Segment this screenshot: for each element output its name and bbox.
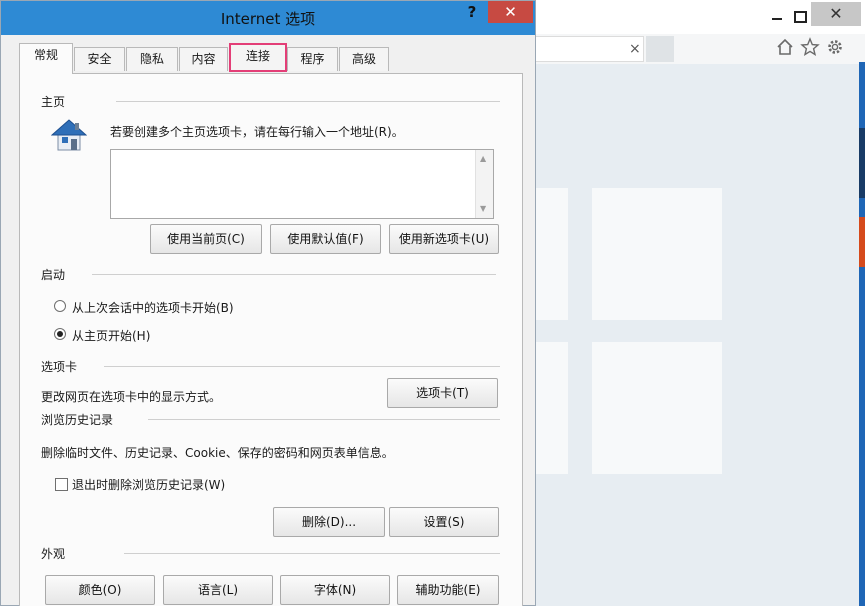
dialog-titlebar[interactable]: Internet 选项 ? ✕ (1, 1, 535, 35)
startup-home-page-label[interactable]: 从主页开始(H) (72, 327, 150, 344)
group-separator (92, 274, 496, 275)
tab-security[interactable]: 安全 (74, 47, 125, 71)
delete-on-exit-checkbox[interactable] (55, 478, 68, 491)
delete-history-button[interactable]: 删除(D)... (273, 507, 385, 537)
browser-close-button[interactable]: ✕ (811, 2, 861, 26)
browser-tab[interactable]: × (532, 36, 644, 62)
tabs-group-title: 选项卡 (41, 358, 82, 375)
delete-on-exit-label[interactable]: 退出时删除浏览历史记录(W) (72, 476, 225, 493)
dialog-close-button[interactable]: ✕ (488, 1, 533, 23)
tab-strip: 常规 安全 隐私 内容 连接 程序 高级 (1, 35, 535, 75)
history-group-title: 浏览历史记录 (41, 411, 118, 428)
startup-last-session-label[interactable]: 从上次会话中的选项卡开始(B) (72, 299, 234, 316)
tab-privacy[interactable]: 隐私 (126, 47, 178, 71)
startup-home-page-radio[interactable] (54, 328, 66, 340)
colors-button[interactable]: 颜色(O) (45, 575, 155, 605)
browser-tab-close-icon[interactable]: × (629, 41, 641, 57)
group-separator (148, 419, 500, 420)
scroll-up-icon[interactable]: ▲ (480, 154, 486, 163)
browser-minimize-button[interactable] (766, 6, 788, 26)
internet-options-dialog: Internet 选项 ? ✕ 常规 安全 隐私 内容 连接 程序 高级 主页 … (0, 0, 536, 606)
homepage-group-title: 主页 (41, 93, 70, 110)
dialog-title: Internet 选项 (220, 10, 316, 28)
browser-new-tab-button[interactable] (646, 36, 674, 62)
home-icon[interactable] (775, 36, 795, 58)
fonts-button[interactable]: 字体(N) (280, 575, 390, 605)
tabs-settings-button[interactable]: 选项卡(T) (387, 378, 498, 408)
gear-icon[interactable] (825, 36, 845, 58)
group-separator (116, 101, 500, 102)
use-default-button[interactable]: 使用默认值(F) (270, 224, 381, 254)
tab-programs[interactable]: 程序 (287, 47, 338, 71)
favorites-star-icon[interactable] (800, 36, 820, 58)
tabs-description: 更改网页在选项卡中的显示方式。 (41, 390, 222, 404)
house-icon (51, 119, 87, 151)
browser-titlebar: ✕ (528, 0, 865, 34)
tab-connections[interactable]: 连接 (229, 43, 287, 72)
general-tab-panel: 主页 若要创建多个主页选项卡，请在每行输入一个地址(R)。 ▲ ▼ 使用当前页(… (19, 73, 523, 606)
group-separator (104, 366, 500, 367)
new-tab-tile[interactable] (592, 342, 722, 474)
use-new-tab-button[interactable]: 使用新选项卡(U) (389, 224, 499, 254)
textarea-scrollbar[interactable]: ▲ ▼ (475, 150, 493, 218)
scroll-down-icon[interactable]: ▼ (480, 204, 486, 213)
history-description: 删除临时文件、历史记录、Cookie、保存的密码和网页表单信息。 (41, 446, 394, 460)
languages-button[interactable]: 语言(L) (163, 575, 273, 605)
desktop-edge-strip (859, 62, 865, 606)
startup-group-title: 启动 (41, 266, 70, 283)
homepage-address-textarea[interactable]: ▲ ▼ (110, 149, 494, 219)
browser-maximize-button[interactable] (788, 6, 810, 26)
history-settings-button[interactable]: 设置(S) (389, 507, 499, 537)
tab-content[interactable]: 内容 (179, 47, 228, 71)
tab-general[interactable]: 常规 (19, 43, 73, 74)
homepage-instruction: 若要创建多个主页选项卡，请在每行输入一个地址(R)。 (110, 125, 404, 139)
browser-window: ✕ × (528, 0, 865, 606)
group-separator (124, 553, 500, 554)
startup-last-session-radio[interactable] (54, 300, 66, 312)
accessibility-button[interactable]: 辅助功能(E) (397, 575, 499, 605)
use-current-button[interactable]: 使用当前页(C) (150, 224, 262, 254)
help-button[interactable]: ? (459, 3, 485, 25)
new-tab-tile[interactable] (592, 188, 722, 320)
tab-advanced[interactable]: 高级 (339, 47, 389, 71)
appearance-group-title: 外观 (41, 545, 70, 562)
